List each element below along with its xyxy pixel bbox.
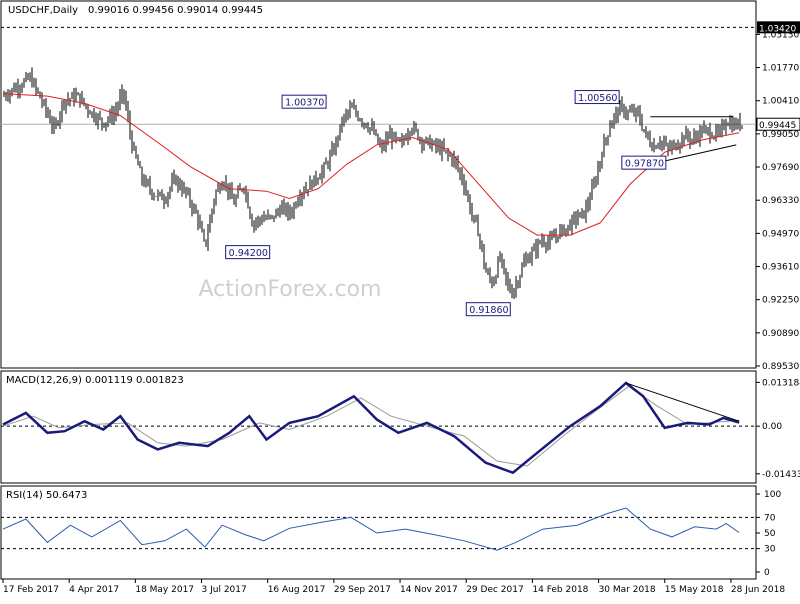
- annotation-label: 0.91860: [469, 305, 508, 316]
- rsi-title: RSI(14) 50.6473: [6, 490, 87, 501]
- x-tick-label: 3 Jul 2017: [202, 585, 247, 595]
- rsi-tick-label: 70: [764, 513, 776, 523]
- macd-panel: [0, 370, 757, 484]
- x-tick-label: 14 Nov 2017: [400, 585, 458, 595]
- annotation-label: 0.94200: [229, 248, 268, 259]
- price-panel: [0, 0, 757, 369]
- price-tick-label: 1.01770: [762, 64, 799, 74]
- x-tick-label: 15 May 2018: [665, 585, 724, 595]
- level-badge-label: 1.03420: [759, 24, 796, 34]
- annotation-label: 1.00560: [578, 93, 617, 104]
- price-tick-label: 0.90890: [762, 329, 799, 339]
- chart-window: 1.00370 0.94200 0.91860 1.00560 0.97870 1.03…: [0, 0, 800, 600]
- price-tick-label: 0.96330: [762, 196, 799, 206]
- chart-canvas: 1.00370 0.94200 0.91860 1.00560 0.97870 1.03…: [0, 0, 800, 595]
- rsi-tick-label: 50: [764, 529, 776, 539]
- macd-tick-label: 0.00: [762, 422, 782, 432]
- rsi-tick-label: 30: [764, 545, 776, 555]
- price-tick-label: 0.97690: [762, 163, 799, 173]
- macd-tick-label: 0.013184: [762, 378, 800, 388]
- macd-tick-label: -0.014339: [762, 470, 800, 480]
- x-tick-label: 18 May 2017: [135, 585, 194, 595]
- x-tick-label: 29 Sep 2017: [334, 585, 391, 595]
- rsi-tick-label: 100: [764, 490, 781, 500]
- x-tick-label: 4 Apr 2017: [69, 585, 119, 595]
- price-title: USDCHF,Daily: [8, 5, 78, 16]
- price-tick-label: 0.92250: [762, 296, 799, 306]
- x-tick-label: 17 Feb 2017: [3, 585, 59, 595]
- watermark: ActionForex.com: [199, 277, 382, 302]
- x-tick-label: 16 Aug 2017: [268, 585, 326, 595]
- annotation-label: 1.00370: [285, 98, 324, 109]
- price-tick-label: 0.93610: [762, 263, 799, 273]
- x-tick-label: 30 Mar 2018: [599, 585, 656, 595]
- macd-title: MACD(12,26,9) 0.001119 0.001823: [6, 375, 184, 386]
- price-tick-label: 0.89530: [762, 362, 799, 372]
- x-tick-label: 28 Jun 2018: [731, 585, 785, 595]
- ohlc-header: 0.99016 0.99456 0.99014 0.99445: [88, 5, 263, 16]
- price-tick-label: 0.99050: [762, 130, 799, 140]
- price-tick-label: 1.00410: [762, 97, 799, 107]
- x-tick-label: 14 Feb 2018: [532, 585, 588, 595]
- price-tick-label: 0.94970: [762, 229, 799, 239]
- rsi-tick-label: 0: [764, 568, 770, 578]
- x-tick-label: 29 Dec 2017: [466, 585, 524, 595]
- current-price-label: 0.99445: [759, 121, 796, 131]
- annotation-label: 0.97870: [625, 159, 664, 170]
